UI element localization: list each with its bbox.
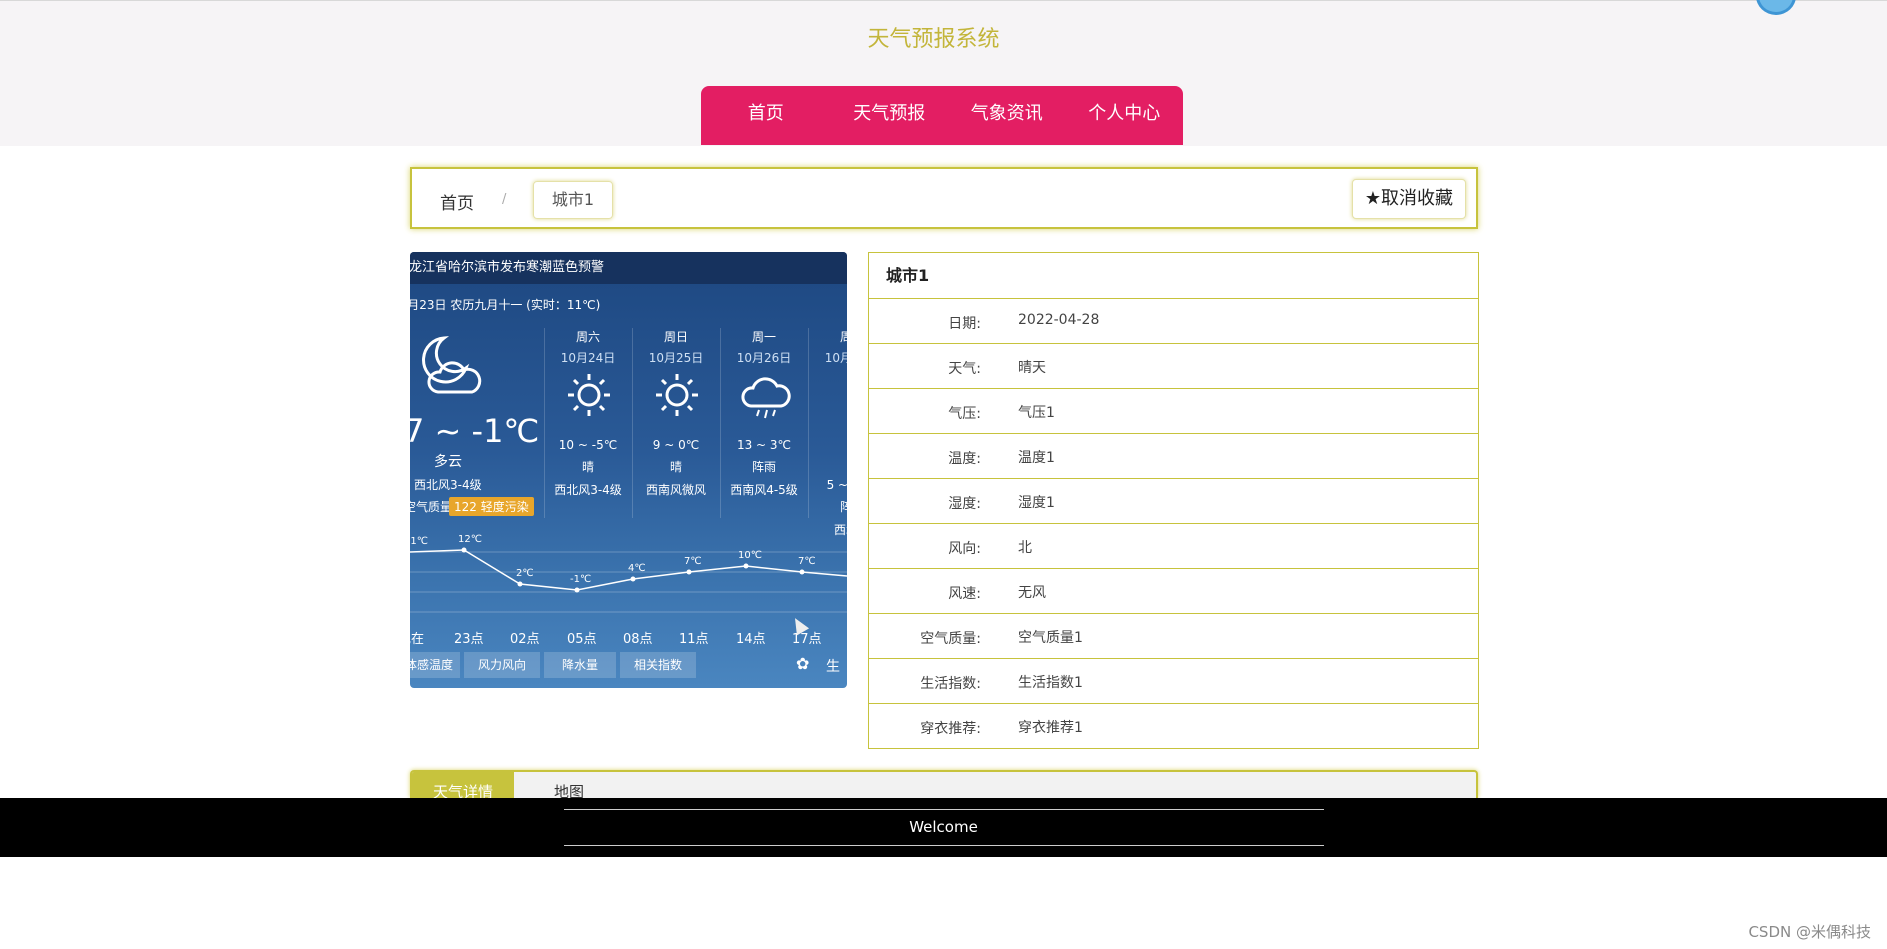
rain-cloud-icon [741,377,791,419]
forecast-day: 周六 10月24日 10 ~ -5℃ 晴 西北风3-4级 [544,328,631,518]
info-row-wind-speed: 风速: 无风 [869,569,1478,614]
today-temp: 7 ~ -1℃ [410,412,540,450]
info-row-clothing: 穿衣推荐: 穿衣推荐1 [920,720,1083,737]
weather-image-tab: 风力风向 [464,652,540,678]
hour-temp-label: 12℃ [458,534,482,545]
hour-temp-label: 11℃ [410,536,428,547]
footer-welcome: Welcome [909,818,978,836]
tab-map[interactable]: 地图 [554,772,584,798]
weather-image-headline: 黑龙江省哈尔滨市发布寒潮蓝色预警 [410,252,847,284]
main-nav: 首页 天气预报 气象资讯 个人中心 [701,86,1183,145]
weather-image-tab: 体感温度 [410,652,460,678]
today-condition: 多云 [434,454,462,470]
info-row-wind-direction: 风向: 北 [869,524,1478,569]
unfavorite-button[interactable]: ★取消收藏 [1351,179,1466,219]
footer: Welcome [0,798,1887,857]
breadcrumb: 首页 / 城市1 ★取消收藏 [410,167,1478,229]
wechat-icon: ✿ [796,654,810,673]
forecast-day: 周一 10月26日 13 ~ 3℃ 阵雨 西南风4-5级 [720,328,807,518]
nav-item-news[interactable]: 气象资讯 [948,86,1066,145]
detail-tabs: 天气详情 地图 [410,770,1478,798]
tab-weather-details[interactable]: 天气详情 [412,772,514,798]
unfavorite-label: 取消收藏 [1381,188,1453,209]
site-title: 天气预报系统 [867,27,1000,52]
weather-image-tab: 降水量 [544,652,616,678]
info-row-humidity: 湿度: 湿度1 [869,479,1478,524]
info-row-temperature: 温度: 温度1 [869,434,1478,479]
info-row-pressure: 气压: 气压1 [869,389,1478,434]
hour-temp-label: -1℃ [570,574,591,585]
breadcrumb-home[interactable]: 首页 [440,189,474,214]
share-label: 生 [826,659,840,675]
forecast-day: 周日 10月25日 9 ~ 0℃ 晴 西南风微风 [632,328,719,518]
weather-image-tab: 相关指数 [620,652,696,678]
hour-temp-label: 2℃ [516,568,534,579]
weather-image: 黑龙江省哈尔滨市发布寒潮蓝色预警 10月23日 农历九月十一 (实时：11℃) … [410,252,847,688]
forecast-day: 周二 10月27日 5 ~ -1℃ 阵雨 西北风 [808,328,847,537]
info-row-air-quality: 空气质量: 空气质量1 [869,614,1478,659]
weather-image-tabs: 体感温度 风力风向 降水量 相关指数 ✿ 生 [410,652,847,680]
sun-icon [656,374,698,416]
info-row-life-index: 生活指数: 生活指数1 [869,659,1478,704]
info-row-weather: 天气: 晴天 [869,344,1478,389]
hourly-temp-chart: 11℃ 12℃ 2℃ -1℃ 4℃ 7℃ 10℃ 7℃ [410,534,847,613]
info-row-date: 日期: 2022-04-28 [869,299,1478,344]
info-title: 城市1 [869,253,1478,299]
today-wind: 西北风3-4级 [414,478,482,492]
nav-item-profile[interactable]: 个人中心 [1066,86,1184,145]
today-aq-badge: 122 轻度污染 [449,497,534,516]
watermark: CSDN @米偶科技 [1748,923,1871,941]
footer-divider [564,809,1324,810]
star-icon: ★ [1364,188,1381,209]
hour-temp-label: 7℃ [798,556,816,567]
hour-temp-label: 4℃ [628,563,646,574]
nav-item-home[interactable]: 首页 [701,86,830,145]
weather-image-date: 10月23日 农历九月十一 (实时：11℃) [410,298,601,312]
nav-item-forecast[interactable]: 天气预报 [830,86,948,145]
weather-info-table: 城市1 日期: 2022-04-28 天气: 晴天 气压: 气压1 温度: 温度1 湿度… [868,252,1479,749]
sun-icon [568,374,610,416]
hour-temp-label: 7℃ [684,556,702,567]
breadcrumb-current[interactable]: 城市1 [533,181,613,219]
moon-cloud-icon [422,336,482,394]
breadcrumb-separator: / [502,192,507,207]
footer-divider [564,845,1324,846]
avatar[interactable] [1756,0,1796,15]
hour-temp-label: 10℃ [738,550,762,561]
